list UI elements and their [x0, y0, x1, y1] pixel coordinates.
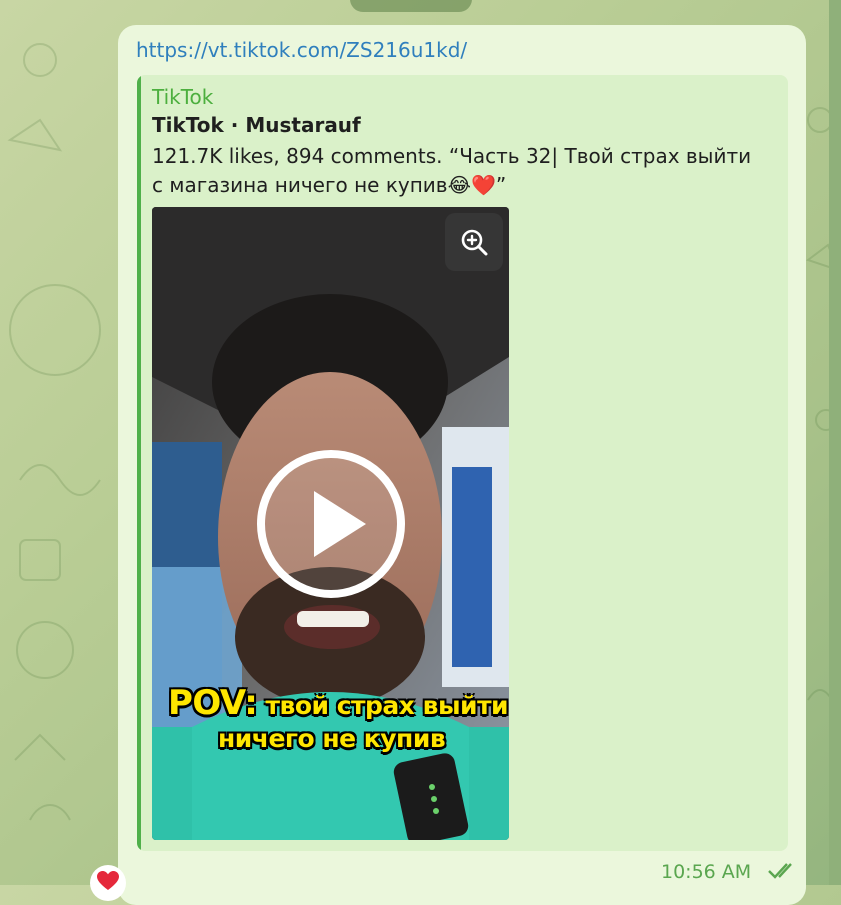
zoom-in-icon [461, 229, 488, 256]
date-pill [350, 0, 472, 12]
double-check-icon [768, 863, 793, 879]
video-caption-line-1: POV: твой страх выйти [168, 683, 509, 723]
heart-icon [97, 871, 119, 890]
panel-edge [829, 0, 841, 885]
play-icon [257, 450, 405, 598]
video-caption-text-1: твой страх выйти [265, 691, 509, 720]
link-preview[interactable]: TikTok TikTok · Mustarauf 121.7K likes, … [137, 75, 788, 851]
message-meta: 10:56 AM [661, 861, 799, 883]
video-caption-prefix: POV: [168, 683, 258, 723]
preview-site-name: TikTok [152, 85, 214, 109]
zoom-button[interactable] [445, 213, 503, 271]
video-caption-line-2: ничего не купив [218, 724, 446, 753]
preview-title: TikTok · Mustarauf [152, 113, 361, 137]
video-thumbnail[interactable]: POV: твой страх выйти ничего не купив [152, 207, 509, 840]
preview-description: 121.7K likes, 894 comments. “Часть 32| Т… [152, 144, 752, 197]
play-button[interactable] [256, 449, 406, 599]
preview-accent-bar [137, 75, 141, 851]
message-time: 10:56 AM [661, 861, 752, 883]
reaction-button[interactable] [90, 865, 126, 901]
message-link[interactable]: https://vt.tiktok.com/ZS216u1kd/ [136, 38, 467, 62]
